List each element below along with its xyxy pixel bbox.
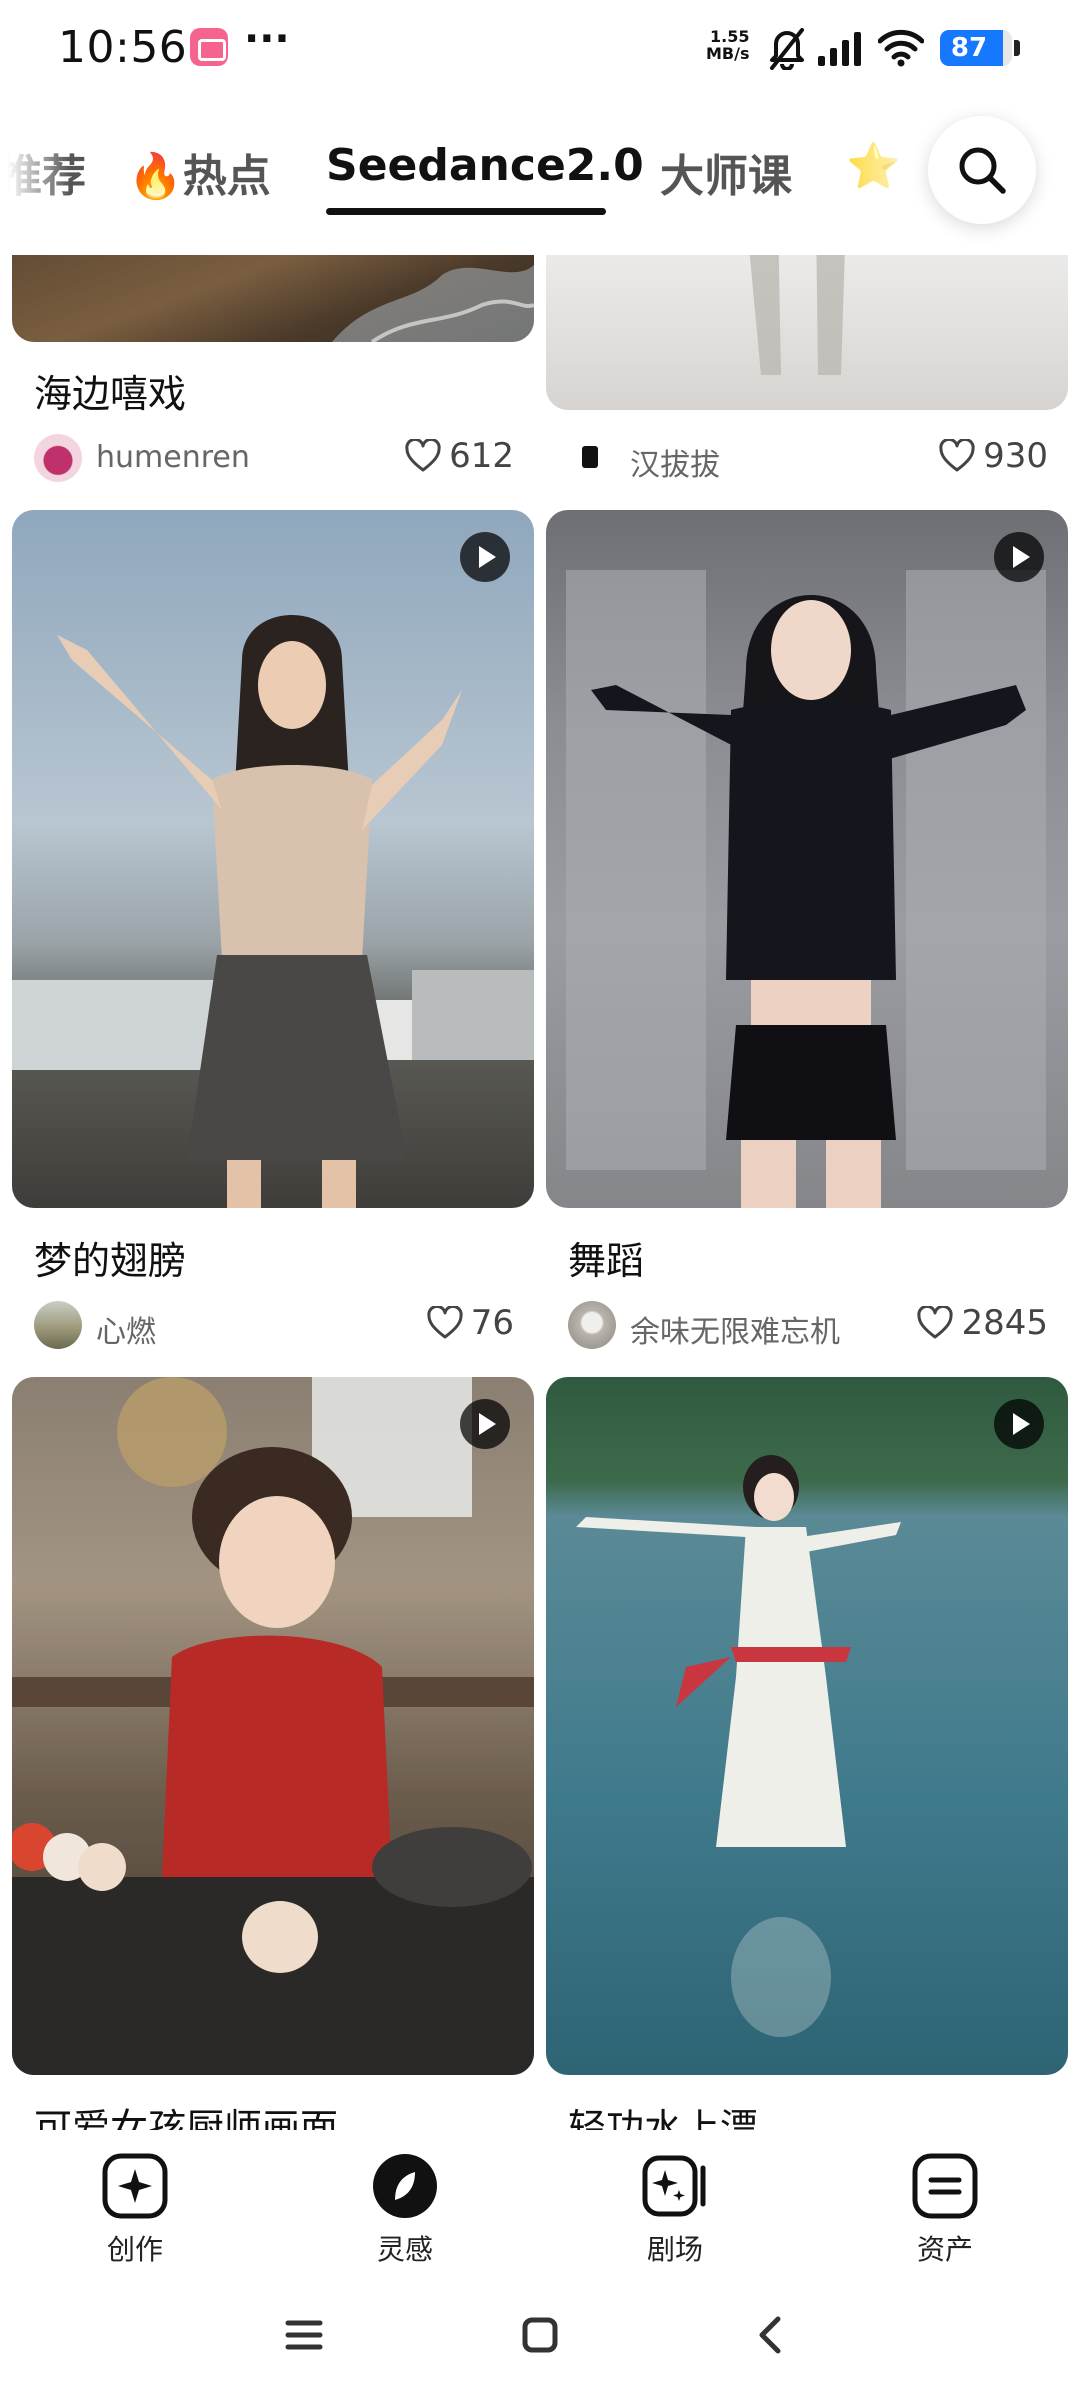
battery-tip [1014, 40, 1020, 56]
tab-hot[interactable]: 🔥热点 [128, 140, 271, 204]
card-thumbnail-girl-chef[interactable] [12, 1377, 534, 2075]
card-title[interactable]: 梦的翅膀 [34, 1230, 186, 1285]
card-thumbnail-beach[interactable] [12, 255, 534, 342]
heart-icon [917, 1306, 954, 1339]
mute-bell-icon [770, 28, 804, 70]
network-speed: 1.55 MB/s [706, 28, 749, 62]
like-count: 2845 [961, 1303, 1048, 1343]
nav-label: 资产 [916, 2233, 973, 2266]
heart-icon [939, 439, 975, 472]
nav-assets[interactable]: 资产 [865, 2152, 1025, 2272]
network-speed-value: 1.55 [710, 27, 750, 46]
bilibili-notification-icon [190, 28, 228, 66]
card-thumbnail-legs[interactable] [546, 255, 1068, 410]
more-notifications-icon: ··· [244, 16, 290, 62]
card-thumbnail-dance[interactable] [546, 510, 1068, 1208]
card-thumbnail-dream-wings[interactable] [12, 510, 534, 1208]
nav-theater[interactable]: 剧场 [595, 2152, 755, 2272]
status-bar: 10:56 ··· 1.55 MB/s 87 [0, 0, 1080, 100]
bottom-navigation: 创作 灵感 剧场 资产 [0, 2130, 1080, 2275]
video-play-icon [460, 1399, 510, 1449]
tab-fade-left [0, 110, 70, 230]
avatar[interactable] [568, 434, 616, 482]
status-time: 10:56 [58, 22, 188, 73]
like-button[interactable]: 76 [427, 1303, 514, 1347]
theater-icon [642, 2155, 706, 2217]
tab-master-class[interactable]: 大师课 [660, 140, 792, 204]
nav-label: 灵感 [376, 2233, 433, 2266]
sparkle-square-icon [102, 2153, 168, 2219]
wifi-icon [878, 29, 924, 67]
card-author-row: 心燃 76 [34, 1301, 514, 1351]
video-play-icon [994, 1399, 1044, 1449]
signal-icon [818, 32, 861, 66]
video-play-icon [994, 532, 1044, 582]
tab-seedance[interactable]: Seedance2.0 [326, 140, 644, 191]
assets-icon [912, 2153, 978, 2219]
avatar[interactable] [568, 1301, 616, 1349]
card-title[interactable]: 轻功水上漂 [568, 2097, 758, 2130]
author-name[interactable]: humenren [96, 440, 250, 475]
network-speed-unit: MB/s [706, 44, 750, 63]
nav-label: 创作 [106, 2233, 163, 2266]
nav-label: 剧场 [646, 2233, 703, 2266]
card-thumbnail-water-walk[interactable] [546, 1377, 1068, 2075]
search-button[interactable] [928, 116, 1036, 224]
like-count: 612 [449, 436, 514, 476]
battery-level: 87 [950, 33, 988, 63]
nav-inspiration[interactable]: 灵感 [325, 2152, 485, 2272]
avatar[interactable] [34, 434, 82, 482]
thumbnail-figure-art [749, 255, 845, 375]
thumbnail-dancer-art [566, 570, 1046, 1208]
nav-create[interactable]: 创作 [55, 2152, 215, 2272]
card-author-row: 汉拔拔 930 [568, 434, 1048, 484]
author-name[interactable]: 汉拔拔 [630, 440, 720, 484]
thumbnail-water-walker-art [576, 1455, 901, 2037]
compass-icon [373, 2154, 437, 2218]
inspiration-feed[interactable]: 海边嘻戏 humenren 612 汉拔拔 930 梦的翅膀 心燃 76 舞蹈 … [0, 255, 1080, 2130]
category-tab-bar: 推荐 🔥热点 Seedance2.0 大师课 ⭐ [0, 110, 1080, 230]
author-name[interactable]: 心燃 [96, 1307, 156, 1351]
like-count: 930 [983, 436, 1048, 476]
card-title[interactable]: 舞蹈 [568, 1230, 644, 1285]
like-button[interactable]: 612 [405, 436, 514, 480]
battery-indicator: 87 [940, 30, 1012, 66]
like-count: 76 [470, 1303, 514, 1343]
thumbnail-wave-art [332, 265, 534, 342]
thumbnail-kitchen-art [12, 1377, 534, 2075]
video-play-icon [460, 532, 510, 582]
menu-icon[interactable] [274, 2305, 334, 2365]
avatar-glyph [582, 446, 598, 468]
heart-icon [427, 1306, 463, 1339]
card-title[interactable]: 可爱女孩厨师画面 [34, 2097, 338, 2130]
avatar[interactable] [34, 1301, 82, 1349]
heart-icon [405, 439, 441, 472]
card-author-row: humenren 612 [34, 434, 514, 484]
card-author-row: 余味无限难忘机 2845 [568, 1301, 1048, 1351]
like-button[interactable]: 930 [939, 436, 1048, 480]
author-name[interactable]: 余味无限难忘机 [630, 1307, 840, 1351]
system-navigation-bar [0, 2275, 1080, 2400]
search-icon [959, 147, 1006, 194]
thumbnail-girl-rooftop-art [12, 615, 534, 1208]
active-tab-indicator [326, 208, 606, 215]
card-title[interactable]: 海边嘻戏 [34, 363, 186, 418]
like-button[interactable]: 2845 [917, 1303, 1048, 1347]
home-icon[interactable] [510, 2305, 570, 2365]
back-icon[interactable] [742, 2305, 802, 2365]
